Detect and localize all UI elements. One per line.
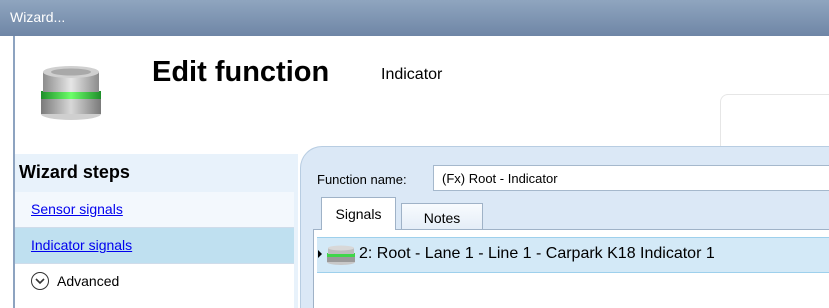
indicator-light-icon	[327, 245, 355, 265]
title-bar[interactable]: Wizard...	[0, 0, 829, 36]
signal-label: 2: Root - Lane 1 - Line 1 - Carpark K18 …	[359, 245, 715, 262]
advanced-label[interactable]: Advanced	[57, 273, 119, 289]
tab-signals[interactable]: Signals	[321, 197, 396, 230]
row-selected-marker-icon	[318, 250, 322, 258]
function-name-input[interactable]	[433, 165, 829, 191]
wizard-window: Wizard... Edit function Indicator Wizard…	[0, 0, 829, 308]
wizard-steps-panel: Wizard steps Sensor signals Indicator si…	[15, 154, 298, 308]
sensor-signals-link[interactable]: Sensor signals	[31, 201, 123, 217]
indicator-light-icon	[41, 66, 101, 120]
content-panel: Function name: Signals Notes 2: Root - L…	[300, 146, 829, 308]
header-panel	[720, 94, 829, 153]
signals-list: 2: Root - Lane 1 - Line 1 - Carpark K18 …	[313, 229, 829, 308]
step-indicator-signals[interactable]: Indicator signals	[15, 228, 294, 264]
list-item[interactable]: 2: Root - Lane 1 - Line 1 - Carpark K18 …	[317, 237, 829, 273]
wizard-header: Edit function Indicator	[15, 36, 829, 154]
step-sensor-signals[interactable]: Sensor signals	[15, 192, 294, 228]
page-title: Edit function	[152, 56, 330, 88]
tab-notes[interactable]: Notes	[401, 203, 483, 230]
indicator-signals-link[interactable]: Indicator signals	[31, 237, 132, 253]
step-advanced[interactable]: Advanced	[15, 264, 294, 308]
chevron-down-circle-icon[interactable]	[31, 272, 49, 290]
page-subtitle: Indicator	[381, 66, 443, 83]
wizard-steps-heading: Wizard steps	[19, 162, 130, 182]
window-title: Wizard...	[10, 9, 66, 25]
function-name-label: Function name:	[317, 172, 407, 187]
